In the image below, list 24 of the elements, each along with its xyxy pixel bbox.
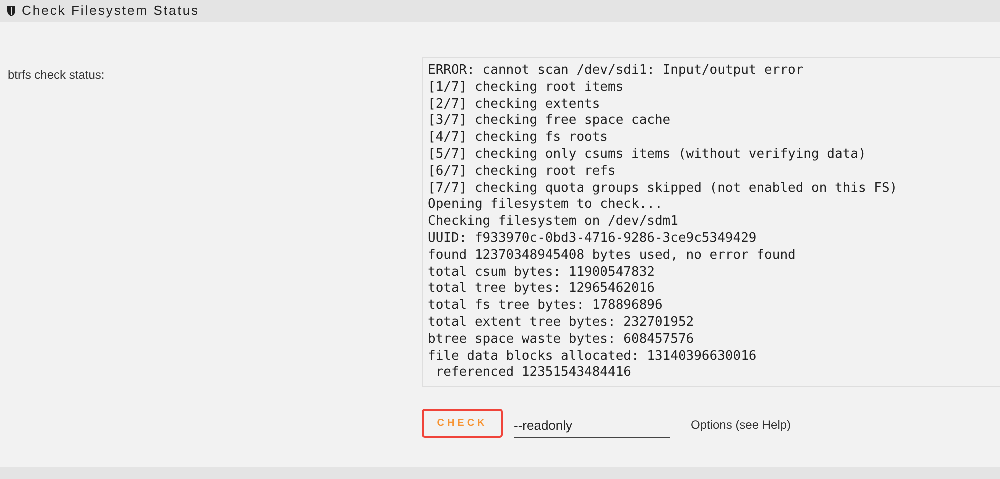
output-line: [4/7] checking fs roots: [428, 130, 608, 147]
output-line: total tree bytes: 12965462016: [428, 281, 655, 298]
output-line: ERROR: cannot scan /dev/sdi1: Input/output error: [428, 63, 804, 80]
output-line: referenced 12351543484416: [434, 365, 632, 382]
output-line: [1/7] checking root items: [428, 80, 624, 97]
output-line: found 12370348945408 bytes used, no error found: [428, 248, 796, 265]
options-field[interactable]: --readonly: [514, 414, 670, 438]
output-line: total fs tree bytes: 178896896: [428, 298, 663, 315]
output-line: total csum bytes: 11900547832: [428, 264, 655, 282]
output-line: Opening filesystem to check...: [428, 197, 663, 214]
panel-title: Check Filesystem Status: [22, 2, 200, 20]
output-line: [6/7] checking root refs: [428, 164, 616, 181]
output-line: total extent tree bytes: 232701952: [428, 314, 694, 332]
output-line: Checking filesystem on /dev/sdm1: [428, 214, 678, 231]
shield-icon: [7, 6, 16, 16]
output-line: file data blocks allocated: 13140396630016: [428, 348, 757, 366]
output-line: btree space waste bytes: 608457576: [428, 332, 694, 349]
output-line: UUID: f933970c-0bd3-4716-9286-3ce9c5349429: [428, 230, 757, 248]
output-line: [3/7] checking free space cache: [428, 113, 671, 130]
field-label: btrfs check status:: [8, 68, 105, 82]
output-line: [7/7] checking quota groups skipped (not enabled on this FS): [428, 180, 898, 198]
options-hint: Options (see Help): [691, 417, 792, 434]
output-line: [5/7] checking only csums items (without verifying data): [428, 146, 866, 164]
output-line: [2/7] checking extents: [428, 96, 600, 114]
